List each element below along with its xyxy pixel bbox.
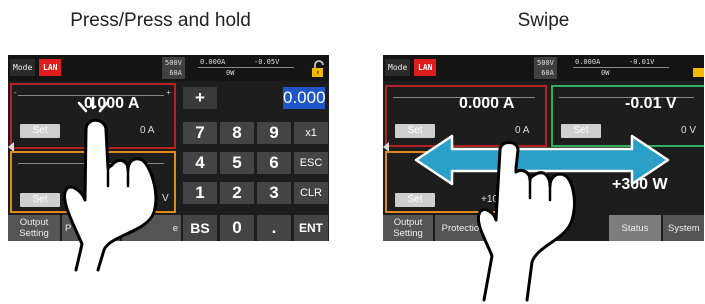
power-panel[interactable]: 0 W Set V xyxy=(10,151,176,213)
caption-swipe: Swipe xyxy=(517,10,570,31)
tab-label-line2: Setting xyxy=(19,228,49,239)
key-3[interactable]: 3 xyxy=(257,182,291,204)
power-value: +300 W xyxy=(612,176,668,193)
voltage-setpoint: 0 V xyxy=(681,125,697,136)
left-device-screen: Mode LAN 500V 60A 0.000A -0.05V 0W - + 0… xyxy=(8,55,329,241)
set-power-button[interactable]: Set xyxy=(20,193,60,207)
meas-divider xyxy=(198,67,294,68)
key-esc[interactable]: ESC xyxy=(294,152,328,174)
measured-voltage: -0.05V xyxy=(254,58,280,66)
lock-icon[interactable] xyxy=(692,60,704,78)
rating-badge: 500V 60A xyxy=(162,57,185,79)
key-5[interactable]: 5 xyxy=(220,152,254,174)
power-panel[interactable]: Set +10.5 xyxy=(385,151,547,213)
caption-press: Press/Press and hold xyxy=(70,10,251,31)
set-current-button[interactable]: Set xyxy=(395,124,435,138)
lock-icon[interactable] xyxy=(311,60,325,78)
key-8[interactable]: 8 xyxy=(220,122,254,144)
tab-status[interactable]: Status xyxy=(609,215,661,241)
key-2[interactable]: 2 xyxy=(220,182,254,204)
key-bs[interactable]: BS xyxy=(183,215,217,241)
voltage-value: -0.01 V xyxy=(625,95,677,112)
measured-voltage: -0.01V xyxy=(629,58,655,66)
rating-voltage: 500V xyxy=(537,59,554,67)
power-value: 0 W xyxy=(120,163,149,180)
minus-sign: - xyxy=(14,88,17,97)
tab-system[interactable]: System xyxy=(663,215,704,241)
meas-divider xyxy=(573,67,669,68)
tab-label: Protection xyxy=(441,222,485,234)
lan-indicator: LAN xyxy=(414,59,437,76)
tab-measure[interactable]: e xyxy=(122,215,181,241)
tab-output-setting[interactable]: Output Setting xyxy=(383,215,433,241)
status-bar: Mode LAN 500V 60A 0.000A -0.05V 0W xyxy=(8,55,329,81)
tab-label-line1: Output xyxy=(393,217,423,228)
power-setpoint: +10.5 xyxy=(481,194,507,205)
key-7[interactable]: 7 xyxy=(183,122,217,144)
current-panel[interactable]: 0.000 A Set 0 A xyxy=(385,85,547,147)
key-dot[interactable]: . xyxy=(257,215,291,241)
set-voltage-button[interactable]: Set xyxy=(561,124,601,138)
tab-protection[interactable]: P xyxy=(62,215,120,241)
tab-label: e xyxy=(172,222,178,234)
plus-sign: + xyxy=(166,88,171,97)
tab-label-line1: Output xyxy=(19,217,49,228)
rating-voltage: 500V xyxy=(165,59,182,67)
tab-output-setting[interactable]: Output Setting xyxy=(8,215,60,241)
tab-label: P xyxy=(65,222,72,234)
rating-badge: 500V 60A xyxy=(534,57,557,79)
tab-label: System xyxy=(668,222,700,234)
current-setpoint: 0 A xyxy=(140,125,155,136)
tab-label: Status xyxy=(621,222,649,234)
key-clr[interactable]: CLR xyxy=(294,182,328,204)
current-panel[interactable]: - + 0.000 A Set 0 A xyxy=(10,83,176,149)
key-ent[interactable]: ENT xyxy=(294,215,328,241)
status-bar: Mode LAN 500V 60A 0.000A -0.01V 0W xyxy=(383,55,704,81)
tab-measure[interactable]: Me xyxy=(493,215,549,241)
right-device-screen: Mode LAN 500V 60A 0.000A -0.01V 0W 0.000… xyxy=(383,55,704,241)
tab-protection[interactable]: Protection xyxy=(435,215,491,241)
measured-current: 0.000A xyxy=(200,58,226,66)
key-1[interactable]: 1 xyxy=(183,182,217,204)
key-plus-minus[interactable]: + xyxy=(183,87,217,109)
key-6[interactable]: 6 xyxy=(257,152,291,174)
set-power-button[interactable]: Set xyxy=(395,193,435,207)
power-setpoint: V xyxy=(162,193,169,204)
set-current-button[interactable]: Set xyxy=(20,124,60,138)
tab-label: Me xyxy=(496,222,510,234)
key-0[interactable]: 0 xyxy=(220,215,254,241)
key-4[interactable]: 4 xyxy=(183,152,217,174)
measured-current: 0.000A xyxy=(575,58,601,66)
keypad-display: 0.000 xyxy=(283,87,326,109)
rating-current: 60A xyxy=(541,69,554,77)
current-value: 0.000 A xyxy=(84,95,140,112)
measured-power: 0W xyxy=(226,69,235,77)
current-value: 0.000 A xyxy=(459,95,515,112)
key-x1[interactable]: x1 xyxy=(294,122,328,144)
mode-button[interactable]: Mode xyxy=(10,59,36,76)
tab-label-line2: Setting xyxy=(393,228,423,239)
current-setpoint: 0 A xyxy=(515,125,530,136)
lan-indicator: LAN xyxy=(39,59,62,76)
mode-button[interactable]: Mode xyxy=(385,59,411,76)
key-9[interactable]: 9 xyxy=(257,122,291,144)
voltage-panel[interactable]: -0.01 V Set 0 V xyxy=(551,85,704,147)
rating-current: 60A xyxy=(169,69,182,77)
measured-power: 0W xyxy=(601,69,610,77)
